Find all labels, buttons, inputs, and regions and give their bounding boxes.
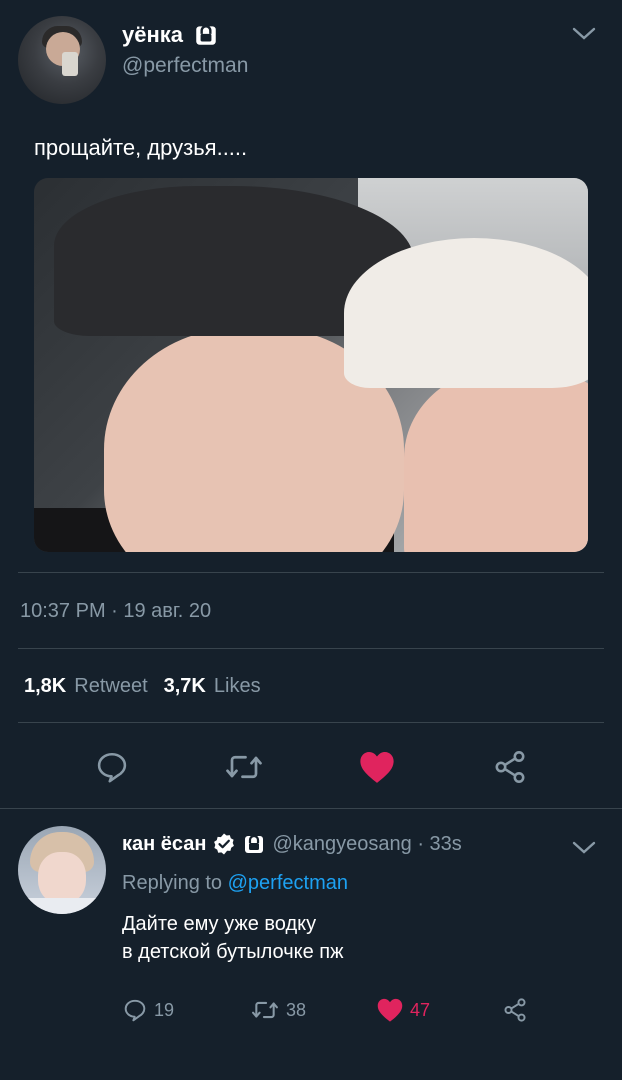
reply-header: кан ёсан @kangyeosang · 33s	[122, 832, 462, 856]
tweet-actions	[0, 740, 622, 794]
like-button[interactable]: 47	[376, 992, 430, 1028]
share-icon	[495, 751, 525, 783]
reply-count: 19	[154, 999, 175, 1020]
reply-icon	[97, 752, 127, 783]
handle-and-time[interactable]: @kangyeosang · 33s	[272, 833, 461, 856]
share-icon	[504, 998, 526, 1022]
display-name[interactable]: кан ёсан	[122, 833, 206, 856]
display-name[interactable]: уёнка	[122, 22, 183, 48]
handle[interactable]: @perfectman	[122, 54, 248, 78]
retweets-label[interactable]: Retweet	[74, 675, 147, 698]
reply-icon	[124, 999, 146, 1022]
tweet-photo[interactable]	[34, 178, 588, 552]
tweet-header: уёнка @perfectman	[16, 14, 606, 110]
avatar[interactable]	[18, 16, 106, 104]
chevron-down-icon[interactable]	[570, 24, 598, 44]
avatar[interactable]	[18, 826, 106, 914]
tweet-text: прощайте, друзья.....	[34, 135, 248, 160]
retweet-icon	[226, 755, 262, 779]
lock-icon	[196, 25, 216, 45]
divider	[18, 722, 604, 723]
reply-actions: 19 38 47	[0, 992, 622, 1028]
reply-text: Дайте ему уже водку в детской бутылочке …	[122, 910, 343, 966]
like-icon	[377, 998, 403, 1022]
verified-icon	[214, 833, 235, 855]
likes-count[interactable]: 3,7K	[164, 675, 206, 698]
share-button[interactable]	[502, 992, 528, 1028]
share-button[interactable]	[490, 740, 530, 794]
chevron-down-icon[interactable]	[570, 838, 598, 858]
retweets-count[interactable]: 1,8K	[24, 675, 66, 698]
retweet-count: 38	[286, 999, 307, 1020]
reply-button[interactable]	[92, 740, 132, 794]
like-button[interactable]	[357, 740, 397, 794]
retweet-button[interactable]	[224, 740, 264, 794]
author-name-row: уёнка	[122, 22, 219, 48]
retweet-icon	[252, 1001, 278, 1019]
reply-tweet[interactable]: кан ёсан @kangyeosang · 33s Replying to …	[0, 820, 622, 1060]
reply-text-line: Дайте ему уже водку	[122, 913, 317, 935]
replying-to: Replying to @perfectman	[122, 872, 348, 895]
retweet-button[interactable]: 38	[250, 992, 306, 1028]
like-icon	[360, 751, 394, 783]
replying-to-link[interactable]: @perfectman	[228, 872, 348, 894]
tweet-timestamp[interactable]: 10:37 PM · 19 авг. 20	[20, 600, 211, 623]
likes-label[interactable]: Likes	[214, 675, 261, 698]
replying-prefix: Replying to	[122, 872, 223, 894]
divider	[18, 648, 604, 649]
reply-button[interactable]: 19	[122, 992, 174, 1028]
tweet-stats: 1,8K Retweet 3,7K Likes	[24, 675, 277, 698]
divider	[18, 572, 604, 573]
lock-icon	[245, 834, 264, 853]
reply-text-line: в детской бутылочке пж	[122, 941, 344, 963]
like-count: 47	[410, 999, 431, 1020]
divider	[0, 808, 622, 809]
